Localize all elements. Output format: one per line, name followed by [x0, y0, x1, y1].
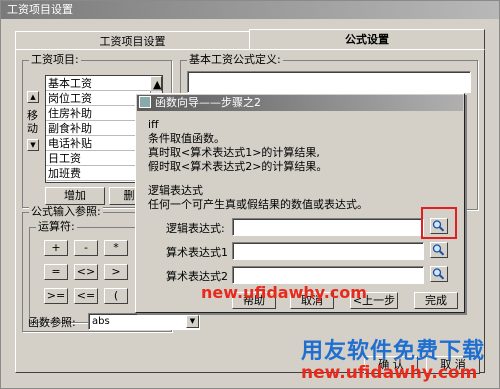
arith-expression-2-search-button[interactable] — [430, 266, 448, 282]
operators-group: 运算符: + - * = <> > >= <= ( — [29, 221, 151, 323]
tab-salary-items[interactable]: 工资项目设置 — [15, 31, 250, 49]
window-title: 工资项目设置 — [1, 1, 499, 19]
watermark-url-bottom: new.ufidawhy.com — [301, 363, 478, 383]
function-description-line: 条件取值函数。 — [148, 132, 225, 145]
tab-formula-settings[interactable]: 公式设置 — [249, 29, 485, 49]
arith-expression-1-input[interactable] — [232, 242, 424, 260]
dialog-title: 函数向导——步骤之2 — [137, 95, 463, 111]
salary-items-label: 工资项目: — [29, 53, 81, 66]
tab-strip: 工资项目设置 公式设置 — [15, 29, 485, 49]
main-window: 工资项目设置 工资项目设置 公式设置 工资项目: ▲ 移动 ▼ 基本工资 岗位工… — [0, 0, 500, 389]
logic-expression-input[interactable] — [232, 218, 424, 236]
function-description-line: 真时取<算术表达式1>的计算结果, — [148, 146, 320, 159]
arith-expression-1-label: 算术表达式1 — [166, 246, 228, 259]
list-item[interactable]: 基本工资 — [46, 76, 162, 91]
logic-expression-label: 逻辑表达式: — [166, 222, 225, 235]
section-description: 任何一个可产生真或假结果的数值或表达式。 — [148, 198, 368, 211]
operator-not-equal-button[interactable]: <> — [74, 264, 98, 280]
operator-equals-button[interactable]: = — [44, 264, 68, 280]
move-up-icon[interactable]: ▲ — [27, 91, 39, 103]
scroll-up-icon[interactable]: ▲ — [150, 76, 162, 91]
move-down-icon[interactable]: ▼ — [27, 139, 39, 151]
magnifier-icon — [432, 244, 445, 256]
watermark-brand: 用友软件免费下载 — [301, 339, 486, 364]
operator-less-equal-button[interactable]: <= — [74, 288, 98, 304]
chevron-down-icon[interactable]: ▼ — [186, 315, 199, 328]
finish-button[interactable]: 完成 — [414, 292, 458, 309]
function-description-line: 假时取<算术表达式2>的计算结果。 — [148, 160, 328, 173]
operators-label: 运算符: — [36, 220, 77, 233]
formula-definition-label: 基本工资公式定义: — [187, 53, 283, 66]
magnifier-icon — [432, 268, 445, 280]
add-button[interactable]: 增加 — [45, 187, 105, 205]
formula-input-label: 公式输入参照: — [29, 205, 103, 218]
function-name: iff — [148, 118, 159, 131]
function-wizard-dialog: 函数向导——步骤之2 iff 条件取值函数。 真时取<算术表达式1>的计算结果,… — [135, 93, 465, 313]
operator-multiply-button[interactable]: * — [104, 240, 128, 256]
operator-plus-button[interactable]: + — [44, 240, 68, 256]
operator-paren-button[interactable]: ( — [104, 288, 128, 304]
arith-expression-1-search-button[interactable] — [430, 242, 448, 258]
move-label: 移动 — [27, 109, 38, 135]
function-reference-value: abs — [92, 316, 110, 327]
wizard-icon — [139, 96, 151, 108]
section-title: 逻辑表达式 — [148, 184, 203, 197]
operator-minus-button[interactable]: - — [74, 240, 98, 256]
operator-greater-button[interactable]: > — [104, 264, 128, 280]
function-reference-label: 函数参照: — [28, 316, 76, 329]
function-reference-select[interactable]: abs ▼ — [88, 313, 200, 330]
arith-expression-2-label: 算术表达式2 — [166, 270, 228, 283]
arith-expression-2-input[interactable] — [232, 266, 424, 284]
formula-definition-field[interactable] — [187, 71, 471, 93]
watermark-url: new.ufidawhy.com — [201, 283, 367, 302]
operator-greater-equal-button[interactable]: >= — [44, 288, 68, 304]
highlight-box — [421, 207, 457, 239]
